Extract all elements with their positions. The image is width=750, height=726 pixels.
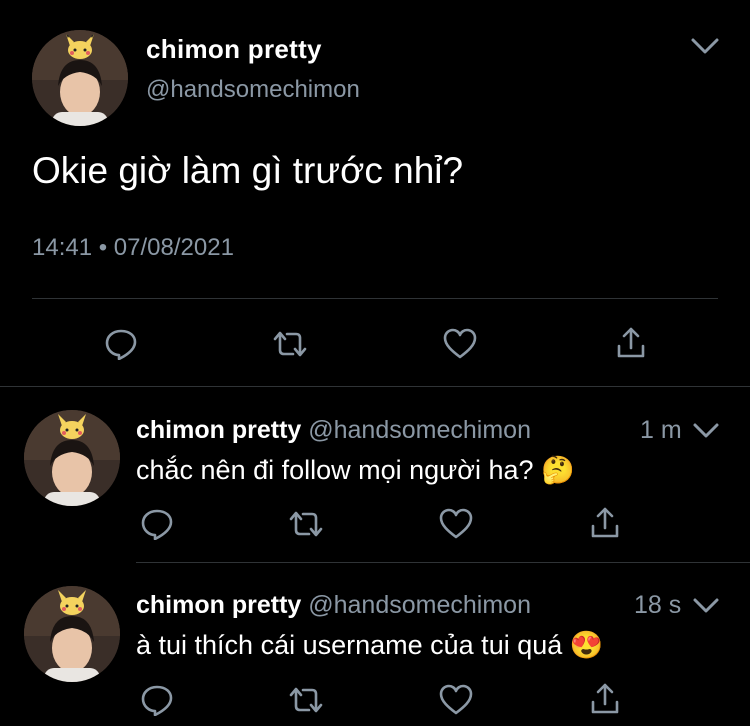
heart-icon[interactable] [438, 684, 474, 716]
handle[interactable]: @handsomechimon [308, 591, 531, 619]
divider [32, 298, 718, 299]
reply-text: chắc nên đi follow mọi người ha? 🤔 [136, 454, 575, 486]
tweet-text: Okie giờ làm gì trước nhỉ? [32, 150, 464, 191]
handle[interactable]: @handsomechimon [308, 416, 531, 444]
reply-icon[interactable] [104, 328, 138, 360]
avatar[interactable] [24, 410, 120, 506]
chevron-down-icon[interactable] [692, 420, 720, 442]
reply-age: 1 m [640, 416, 682, 444]
chevron-down-icon[interactable] [690, 34, 720, 58]
retweet-icon[interactable] [288, 508, 324, 540]
retweet-icon[interactable] [272, 328, 308, 360]
reply-icon[interactable] [140, 684, 174, 716]
handle[interactable]: @handsomechimon [146, 76, 360, 104]
avatar[interactable] [32, 30, 128, 126]
display-name[interactable]: chimon pretty [136, 591, 301, 619]
display-name[interactable]: chimon pretty [146, 34, 322, 65]
avatar[interactable] [24, 586, 120, 682]
share-icon[interactable] [590, 506, 620, 540]
share-icon[interactable] [616, 326, 646, 360]
reply-text-body: à tui thích cái username của tui quá [136, 630, 563, 660]
reply-text: à tui thích cái username của tui quá 😍 [136, 629, 603, 661]
reply-header: chimon pretty @handsomechimon [136, 416, 531, 445]
divider [136, 562, 750, 563]
heart-eyes-emoji: 😍 [569, 630, 604, 660]
chevron-down-icon[interactable] [692, 595, 720, 617]
heart-icon[interactable] [442, 328, 478, 360]
reply-age: 18 s [634, 591, 682, 619]
divider [0, 386, 750, 387]
display-name[interactable]: chimon pretty [136, 416, 301, 444]
reply-icon[interactable] [140, 508, 174, 540]
retweet-icon[interactable] [288, 684, 324, 716]
heart-icon[interactable] [438, 508, 474, 540]
share-icon[interactable] [590, 682, 620, 716]
thinking-face-emoji: 🤔 [541, 455, 575, 485]
reply-text-body: chắc nên đi follow mọi người ha? [136, 455, 534, 485]
tweet-timestamp[interactable]: 14:41 • 07/08/2021 [32, 234, 234, 262]
reply-header: chimon pretty @handsomechimon [136, 591, 531, 620]
